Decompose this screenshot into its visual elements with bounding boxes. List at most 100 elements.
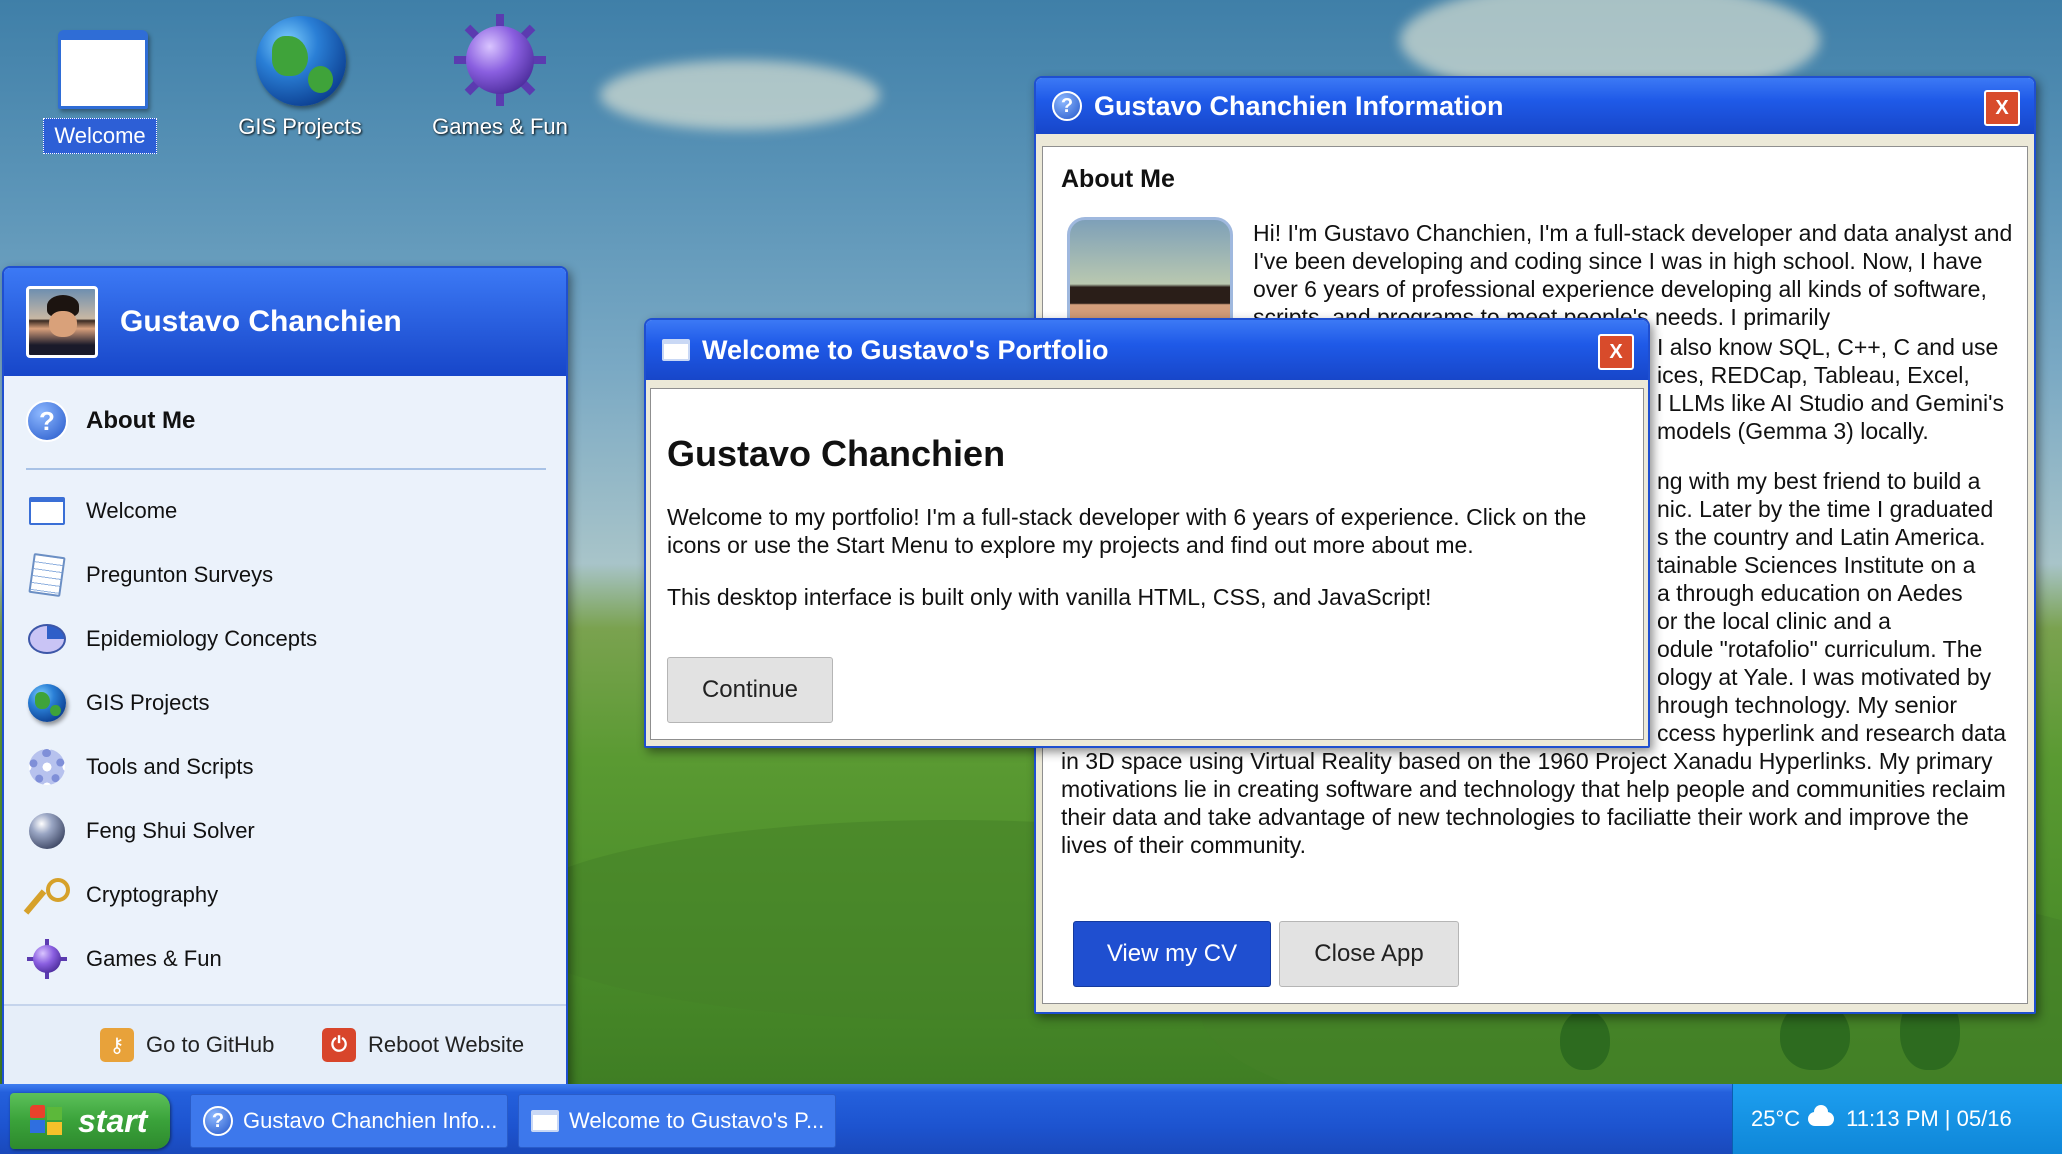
reboot-website-button[interactable]: ⏻ Reboot Website (322, 1028, 524, 1062)
start-menu-user-name: Gustavo Chanchien (120, 305, 402, 338)
start-menu-item-label: Cryptography (86, 882, 219, 907)
start-menu-item-feng-shui-solver[interactable]: Feng Shui Solver (26, 810, 255, 852)
welcome-dialog-close-button[interactable]: X (1598, 334, 1634, 370)
avatar (26, 286, 98, 358)
start-menu-item-label: Tools and Scripts (86, 754, 254, 779)
desktop-icon-welcome[interactable]: Welcome (0, 22, 200, 154)
info-window-title: Gustavo Chanchien Information (1094, 90, 1504, 121)
start-menu-item-label: GIS Projects (86, 690, 210, 715)
taskbar-item-label: Gustavo Chanchien Info... (243, 1108, 498, 1133)
taskbar-item-welcome[interactable]: Welcome to Gustavo's P... (518, 1094, 836, 1148)
start-menu: Gustavo Chanchien ? About Me Welcome Pre… (2, 266, 568, 1084)
welcome-text-2: This desktop interface is built only wit… (667, 584, 1432, 610)
start-menu-footer: ⚷ Go to GitHub ⏻ Reboot Website (4, 1004, 566, 1084)
mine-icon (452, 14, 548, 106)
cloud-icon (1808, 1105, 1835, 1126)
start-menu-divider (26, 468, 546, 470)
text-line: tainable Sciences Institute on a (1657, 552, 1976, 578)
globe-icon (252, 14, 348, 106)
gear-icon (26, 746, 68, 788)
notepad-icon (26, 552, 68, 598)
start-menu-item-epidemiology-concepts[interactable]: Epidemiology Concepts (26, 618, 317, 660)
text-line: ccess hyperlink and research data (1657, 720, 2007, 746)
desktop-icon-games-fun[interactable]: Games & Fun (400, 14, 600, 144)
taskbar: start ? Gustavo Chanchien Info... Welcom… (0, 1084, 2062, 1154)
window-icon (26, 490, 68, 532)
start-menu-item-label: Games & Fun (86, 946, 222, 971)
text-line: a through education on Aedes (1657, 580, 1963, 606)
about-paragraph-1: Hi! I'm Gustavo Chanchien, I'm a full-st… (1253, 220, 2013, 330)
start-menu-item-welcome[interactable]: Welcome (26, 490, 177, 532)
desktop: Welcome GIS Projects Games & Fun ? Gusta… (0, 0, 2062, 1084)
desktop-icon-label: GIS Projects (238, 114, 362, 139)
text-line: ices, REDCap, Tableau, Excel, (1657, 362, 1970, 388)
text-line: models (Gemma 3) locally. (1657, 418, 1929, 444)
windows-flag-icon (30, 1105, 66, 1137)
text-line: s the country and Latin America. (1657, 524, 1986, 550)
key-icon (23, 874, 70, 916)
continue-button[interactable]: Continue (667, 657, 833, 723)
go-to-github-label: Go to GitHub (146, 1032, 275, 1057)
desktop-icon-label: Welcome (43, 118, 157, 154)
text-line: ng with my best friend to build a (1657, 468, 1981, 494)
background-cloud (600, 60, 880, 130)
welcome-dialog: Welcome to Gustavo's Portfolio X Gustavo… (644, 318, 1650, 748)
about-paragraph-2-partial: ng with my best friend to build a nic. L… (1657, 467, 2017, 747)
taskbar-item-label: Welcome to Gustavo's P... (569, 1108, 825, 1133)
help-icon: ? (26, 400, 68, 442)
start-menu-item-label: Epidemiology Concepts (86, 626, 318, 651)
background-tree (1560, 1010, 1610, 1070)
about-paragraph-1-continued: I also know SQL, C++, C and use ices, RE… (1657, 333, 2017, 445)
start-menu-header: Gustavo Chanchien (4, 268, 566, 376)
start-menu-item-label: Welcome (86, 498, 178, 523)
text-line: or the local clinic and a (1657, 608, 1891, 634)
close-app-button[interactable]: Close App (1279, 921, 1459, 987)
window-icon (531, 1110, 559, 1132)
go-to-github-button[interactable]: ⚷ Go to GitHub (100, 1028, 274, 1062)
start-button[interactable]: start (10, 1093, 170, 1149)
text-line: hrough technology. My senior (1657, 692, 1958, 718)
welcome-dialog-body: Gustavo Chanchien Welcome to my portfoli… (650, 388, 1644, 740)
pie-chart-icon (26, 618, 68, 660)
key-icon: ⚷ (100, 1028, 134, 1062)
text-line: l LLMs like AI Studio and Gemini's (1657, 390, 2004, 416)
welcome-dialog-title: Welcome to Gustavo's Portfolio (702, 334, 1109, 365)
text-line: nic. Later by the time I graduated (1657, 496, 1994, 522)
view-cv-button[interactable]: View my CV (1073, 921, 1271, 987)
start-menu-item-label: About Me (86, 407, 196, 434)
start-menu-item-about-me[interactable]: ? About Me (26, 400, 195, 442)
reboot-website-label: Reboot Website (368, 1032, 525, 1057)
window-icon (52, 22, 148, 110)
sphere-icon (26, 810, 68, 852)
info-window-close-button[interactable]: X (1984, 90, 2020, 126)
start-menu-item-label: Feng Shui Solver (86, 818, 255, 843)
text-line: I also know SQL, C++, C and use (1657, 334, 1999, 360)
info-window-titlebar[interactable]: ? Gustavo Chanchien Information X (1036, 78, 2034, 134)
welcome-dialog-titlebar[interactable]: Welcome to Gustavo's Portfolio X (646, 320, 1648, 380)
help-icon: ? (203, 1106, 233, 1136)
weather-temperature: 25°C (1751, 1106, 1801, 1131)
start-menu-item-games-fun[interactable]: Games & Fun (26, 938, 222, 980)
start-menu-item-label: Pregunton Surveys (86, 562, 274, 587)
start-menu-item-gis-projects[interactable]: GIS Projects (26, 682, 209, 724)
mine-icon (26, 938, 68, 980)
text-line: odule "rotafolio" curriculum. The (1657, 636, 1983, 662)
welcome-text: Welcome to my portfolio! I'm a full-stac… (667, 504, 1587, 558)
welcome-heading: Gustavo Chanchien (667, 433, 1006, 474)
clock: 11:13 PM | 05/16 (1846, 1106, 2012, 1131)
desktop-icon-gis-projects[interactable]: GIS Projects (200, 14, 400, 144)
start-menu-item-tools-and-scripts[interactable]: Tools and Scripts (26, 746, 254, 788)
help-icon: ? (1052, 91, 1082, 121)
desktop-icon-label: Games & Fun (432, 114, 568, 139)
start-menu-item-cryptography[interactable]: Cryptography (23, 874, 219, 916)
start-menu-item-pregunton-surveys[interactable]: Pregunton Surveys (26, 552, 274, 598)
window-icon (662, 339, 690, 361)
text-line: ology at Yale. I was motivated by (1657, 664, 1992, 690)
globe-icon (26, 682, 68, 724)
taskbar-item-info[interactable]: ? Gustavo Chanchien Info... (190, 1094, 508, 1148)
system-tray: 25°C 11:13 PM | 05/16 (1732, 1084, 2062, 1154)
about-paragraph-2-end: in 3D space using Virtual Reality based … (1061, 748, 2006, 858)
power-icon: ⏻ (322, 1028, 356, 1062)
about-me-heading: About Me (1061, 165, 1175, 193)
start-label: start (78, 1102, 148, 1139)
